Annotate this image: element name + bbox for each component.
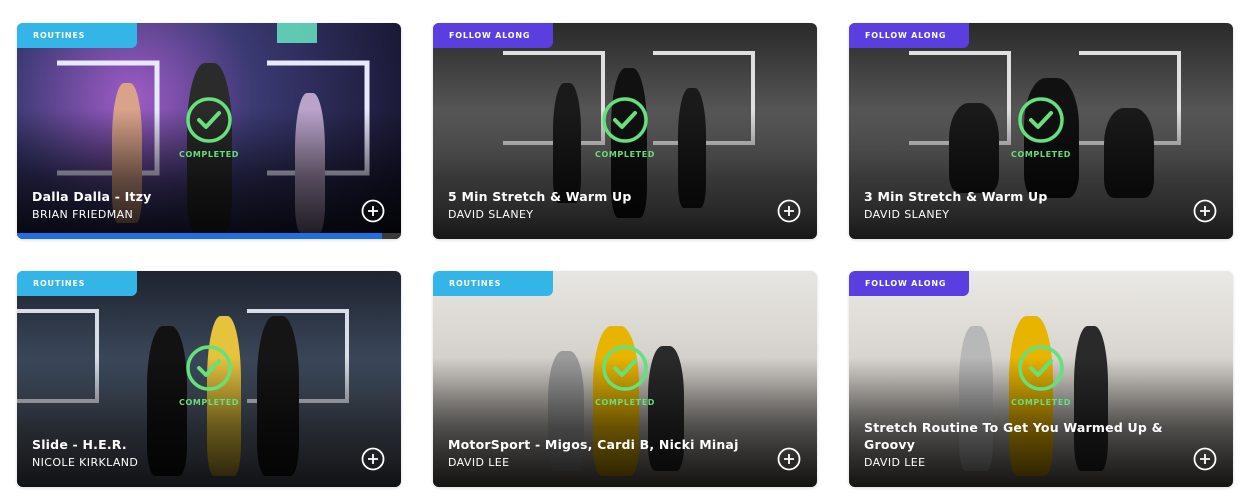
class-title: Dalla Dalla - Itzy [32,189,152,204]
class-card[interactable]: FOLLOW ALONG COMPLETED 5 Min Stretch & W… [433,23,817,239]
class-card[interactable]: FOLLOW ALONG COMPLETED 3 Min Stretch & W… [849,23,1233,239]
class-card[interactable]: ROUTINES COMPLETED MotorSport - Migos, C… [433,271,817,487]
completed-indicator: COMPLETED [433,344,817,407]
check-circle-icon [601,344,649,392]
category-badge: ROUTINES [433,271,553,296]
add-icon[interactable] [361,199,385,223]
class-card[interactable]: ROUTINES COMPLETED Dalla Dalla - Itzy BR… [17,23,401,239]
category-badge: FOLLOW ALONG [433,23,553,48]
check-circle-icon [601,96,649,144]
completed-label: COMPLETED [178,150,240,159]
instructor-name: DAVID SLANEY [448,208,534,221]
category-badge: FOLLOW ALONG [849,271,969,296]
progress-bar [17,233,401,239]
add-icon[interactable] [361,447,385,471]
check-circle-icon [1017,96,1065,144]
class-title: Slide - H.E.R. [32,437,127,452]
completed-label: COMPLETED [1010,150,1072,159]
class-title: 5 Min Stretch & Warm Up [448,189,632,204]
category-badge: ROUTINES [17,271,137,296]
progress-fill [17,233,382,239]
add-icon[interactable] [777,447,801,471]
add-icon[interactable] [777,199,801,223]
completed-indicator: COMPLETED [17,344,401,407]
completed-indicator: COMPLETED [849,96,1233,159]
category-badge: FOLLOW ALONG [849,23,969,48]
completed-indicator: COMPLETED [433,96,817,159]
class-title: MotorSport - Migos, Cardi B, Nicki Minaj [448,437,739,452]
instructor-name: DAVID LEE [448,456,510,469]
instructor-name: DAVID SLANEY [864,208,950,221]
add-icon[interactable] [1193,199,1217,223]
completed-label: COMPLETED [178,398,240,407]
class-card[interactable]: ROUTINES COMPLETED Slide - H.E.R. NICOLE… [17,271,401,487]
category-badge: ROUTINES [17,23,137,48]
completed-label: COMPLETED [1010,398,1072,407]
check-circle-icon [1017,344,1065,392]
check-circle-icon [185,344,233,392]
class-card[interactable]: FOLLOW ALONG COMPLETED Stretch Routine T… [849,271,1233,487]
class-title: 3 Min Stretch & Warm Up [864,189,1048,204]
completed-label: COMPLETED [594,398,656,407]
add-icon[interactable] [1193,447,1217,471]
completed-label: COMPLETED [594,150,656,159]
class-grid: ROUTINES COMPLETED Dalla Dalla - Itzy BR… [0,0,1251,502]
class-title: Stretch Routine To Get You Warmed Up & G… [864,420,1163,452]
completed-indicator: COMPLETED [849,344,1233,407]
check-circle-icon [185,96,233,144]
instructor-name: BRIAN FRIEDMAN [32,208,134,221]
instructor-name: NICOLE KIRKLAND [32,456,139,469]
instructor-name: DAVID LEE [864,456,926,469]
completed-indicator: COMPLETED [17,96,401,159]
